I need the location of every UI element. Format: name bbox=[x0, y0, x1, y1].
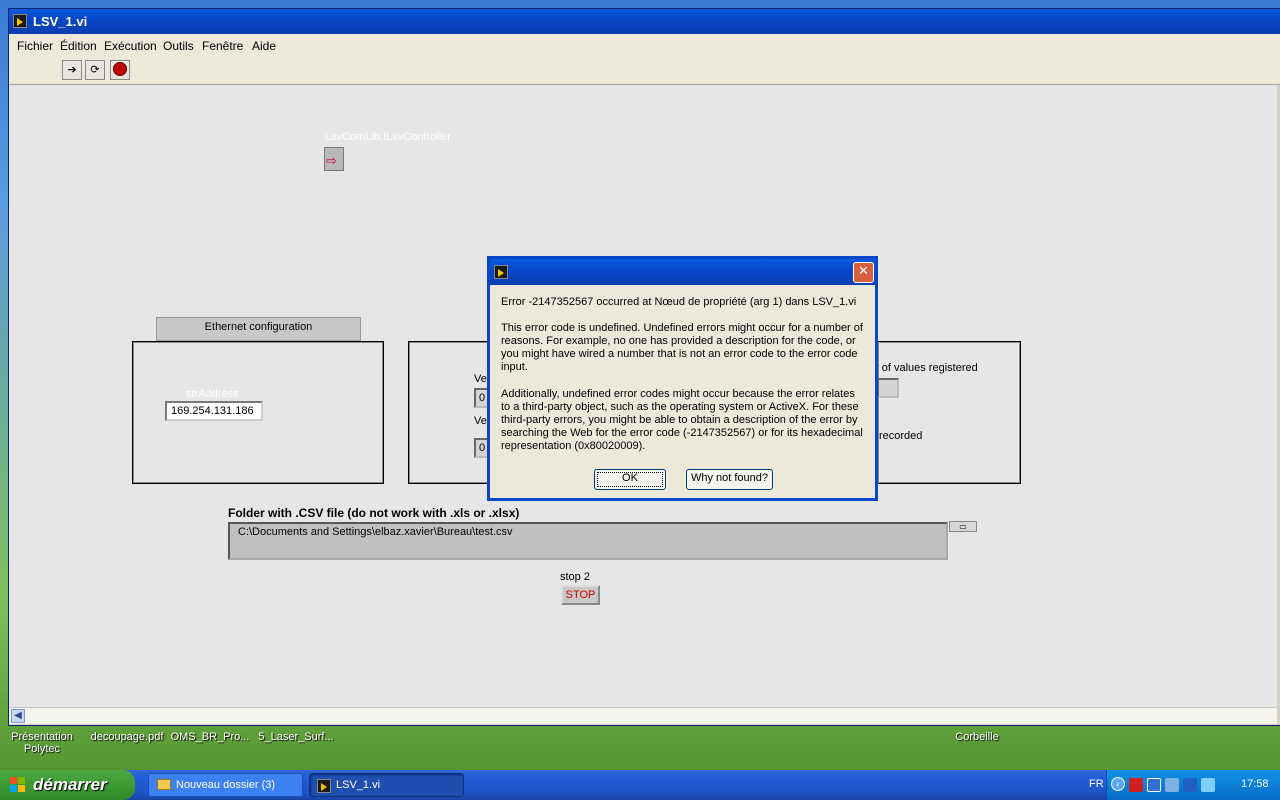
menubar: Fichier Édition Exécution Outils Fenêtre… bbox=[9, 34, 1280, 56]
abort-icon[interactable] bbox=[110, 60, 130, 80]
menu-fichier[interactable]: Fichier bbox=[17, 39, 53, 53]
desktop-icon-label: Présentation Polytec bbox=[11, 731, 73, 755]
values-registered-indicator bbox=[877, 378, 899, 398]
window-title: LSV_1.vi bbox=[33, 14, 88, 29]
tray-expand-icon[interactable]: ‹ bbox=[1111, 777, 1125, 791]
why-not-found-button[interactable]: Why not found? bbox=[686, 469, 773, 490]
desktop-icon-label: Corbeille bbox=[955, 731, 999, 743]
recorded-label: recorded bbox=[879, 430, 923, 442]
path-control[interactable]: C:\Documents and Settings\elbaz.xavier\B… bbox=[228, 522, 948, 560]
task-label-folder: Nouveau dossier (3) bbox=[176, 779, 276, 791]
run-arrow-icon[interactable]: ➔ bbox=[62, 60, 82, 80]
property-node-icon[interactable] bbox=[324, 147, 344, 171]
antivirus-icon[interactable] bbox=[1129, 778, 1143, 792]
path-value: C:\Documents and Settings\elbaz.xavier\B… bbox=[238, 526, 513, 538]
ok-button[interactable]: OK bbox=[594, 469, 666, 490]
browse-folder-icon[interactable]: ▭ bbox=[949, 521, 977, 532]
error-dialog: ✕ Error -2147352567 occurred at Nœud de … bbox=[487, 256, 878, 501]
taskbar: démarrer Nouveau dossier (3) LSV_1.vi FR… bbox=[0, 770, 1280, 800]
str-address-label: strAddress bbox=[186, 388, 239, 400]
folder-label: Folder with .CSV file (do not work with … bbox=[228, 506, 520, 520]
connection-icon[interactable] bbox=[1165, 778, 1179, 792]
task-button-lsv[interactable]: LSV_1.vi bbox=[309, 773, 464, 797]
run-continuously-icon[interactable]: ⟳ bbox=[85, 60, 105, 80]
wireless-icon[interactable] bbox=[1201, 778, 1215, 792]
vi-icon bbox=[13, 14, 27, 28]
window-titlebar[interactable]: LSV_1.vi bbox=[9, 9, 1280, 34]
network-icon[interactable] bbox=[1147, 778, 1161, 792]
desktop-icon-laser-surf[interactable]: 5_Laser_Surf... bbox=[254, 731, 338, 743]
error-message-line: Error -2147352567 occurred at Nœud de pr… bbox=[501, 296, 857, 308]
desktop-icon-label: 5_Laser_Surf... bbox=[258, 731, 334, 743]
clock: 17:58 bbox=[1241, 778, 1269, 790]
menu-edition[interactable]: Édition bbox=[60, 39, 97, 53]
desktop-icon-oms[interactable]: OMS_BR_Pro... bbox=[170, 731, 250, 743]
property-node-label: LsvComLib.ILsvController bbox=[325, 131, 451, 143]
dialog-vi-icon bbox=[494, 265, 508, 279]
stop-button[interactable]: STOP bbox=[561, 585, 600, 605]
start-label: démarrer bbox=[33, 775, 107, 794]
desktop-icon-decoupage[interactable]: decoupage.pdf bbox=[84, 731, 170, 743]
menu-aide[interactable]: Aide bbox=[252, 39, 276, 53]
lang-indicator[interactable]: FR bbox=[1089, 778, 1104, 790]
stop-label: stop 2 bbox=[560, 571, 590, 583]
str-address-input[interactable]: 169.254.131.186 bbox=[165, 401, 263, 421]
bluetooth-icon[interactable] bbox=[1183, 778, 1197, 792]
desktop-icon-recycle-bin[interactable]: Corbeille bbox=[946, 731, 1008, 743]
toolbar: ➔ ⟳ bbox=[9, 56, 1280, 85]
error-paragraph-2: Additionally, undefined error codes migh… bbox=[501, 388, 863, 452]
folder-icon bbox=[157, 779, 171, 790]
ethernet-config-tab[interactable]: Ethernet configuration bbox=[156, 317, 361, 341]
task-label-lsv: LSV_1.vi bbox=[336, 779, 381, 791]
windows-logo-icon bbox=[10, 777, 26, 793]
dialog-titlebar[interactable]: ✕ bbox=[490, 259, 875, 285]
scroll-left-icon[interactable]: ◀ bbox=[11, 709, 25, 723]
system-tray: FR ‹ 17:58 bbox=[1089, 770, 1280, 800]
dialog-close-icon[interactable]: ✕ bbox=[853, 262, 874, 283]
menu-execution[interactable]: Exécution bbox=[104, 39, 157, 53]
desktop-icon-label: OMS_BR_Pro... bbox=[170, 731, 250, 743]
menu-fenetre[interactable]: Fenêtre bbox=[202, 39, 243, 53]
horizontal-scrollbar[interactable]: ◀ bbox=[9, 707, 1277, 724]
menu-outils[interactable]: Outils bbox=[163, 39, 194, 53]
start-button[interactable]: démarrer bbox=[0, 770, 135, 800]
task-vi-icon bbox=[317, 779, 331, 793]
task-button-folder[interactable]: Nouveau dossier (3) bbox=[148, 773, 303, 797]
values-registered-label: r of values registered bbox=[875, 362, 978, 374]
desktop-icon-presentation-polytec[interactable]: Présentation Polytec bbox=[4, 731, 80, 755]
error-paragraph-1: This error code is undefined. Undefined … bbox=[501, 322, 863, 373]
desktop-icon-label: decoupage.pdf bbox=[90, 731, 164, 743]
